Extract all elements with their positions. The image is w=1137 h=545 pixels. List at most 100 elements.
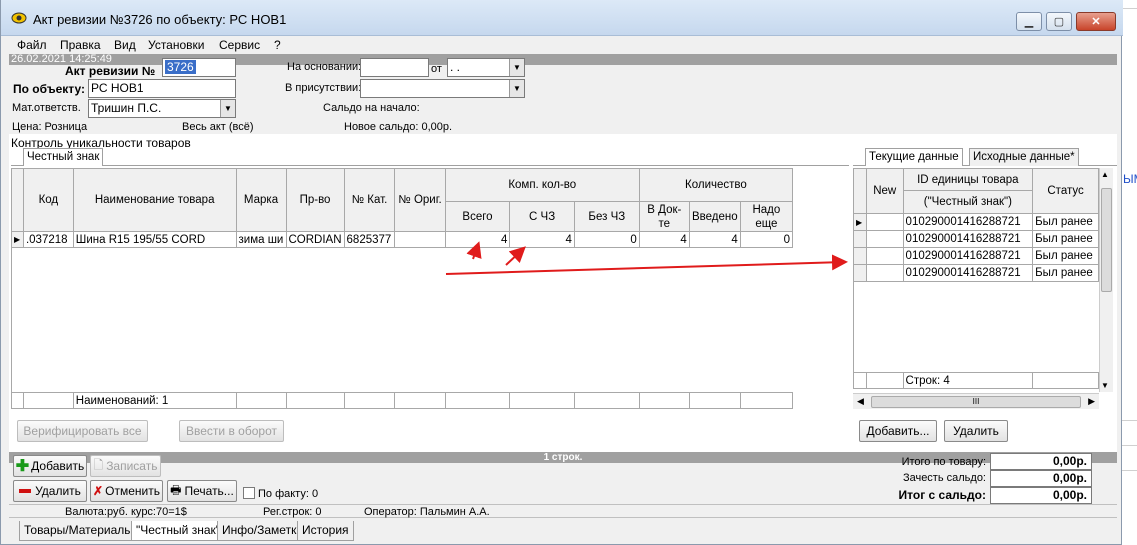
print-button[interactable]: 🖶 Печать... bbox=[167, 480, 237, 502]
cell-orig[interactable] bbox=[394, 231, 446, 248]
cell-status[interactable]: Был ранее bbox=[1032, 247, 1099, 265]
scroll-down-icon[interactable]: ▼ bbox=[1101, 381, 1109, 390]
cell-new[interactable] bbox=[865, 247, 904, 265]
col-qty-entered[interactable]: Введено bbox=[688, 201, 741, 232]
col-qty-doc-label: В Док-те bbox=[647, 203, 682, 230]
grand-total-label: Итог с сальдо: bbox=[898, 488, 986, 502]
cell-cat[interactable]: 6825377 bbox=[343, 231, 396, 248]
menu-edit[interactable]: Правка bbox=[60, 38, 101, 52]
cell-new[interactable] bbox=[865, 264, 904, 282]
units-header-corner bbox=[853, 168, 867, 214]
col-maker[interactable]: Пр-во bbox=[285, 168, 345, 232]
close-button[interactable]: ✕ bbox=[1076, 12, 1116, 31]
tab-honest-mark[interactable]: Честный знак bbox=[11, 148, 849, 166]
menu-settings[interactable]: Установки bbox=[148, 38, 204, 52]
enter-turnover-button[interactable]: Ввести в оборот bbox=[179, 420, 284, 442]
table-row[interactable]: ▶ .037218 Шина R15 195/55 CORD зима ши C… bbox=[11, 231, 794, 248]
units-vertical-scrollbar[interactable]: ▲ ▼ bbox=[1099, 168, 1113, 392]
cell-comp-total[interactable]: 4 bbox=[444, 231, 511, 248]
units-horizontal-scrollbar[interactable]: ◀ III ▶ bbox=[853, 393, 1099, 409]
cancel-button[interactable]: ✗ Отменить bbox=[90, 480, 163, 502]
cell-status[interactable]: Был ранее bbox=[1032, 264, 1099, 282]
row-indicator-icon: ▶ bbox=[11, 231, 24, 248]
add-button[interactable]: ✚ Добавить bbox=[13, 455, 87, 477]
presence-combo[interactable]: ▼ bbox=[360, 79, 525, 98]
verify-all-button[interactable]: Верифицировать все bbox=[17, 420, 148, 442]
cell-qty-doc[interactable]: 4 bbox=[638, 231, 690, 248]
cell-comp-cz[interactable]: 4 bbox=[509, 231, 575, 248]
delete-button[interactable]: Удалить bbox=[13, 480, 87, 502]
cell-new[interactable] bbox=[865, 213, 904, 231]
tab-current-data[interactable]: Текущие данные bbox=[865, 148, 963, 166]
scroll-up-icon[interactable]: ▲ bbox=[1101, 170, 1109, 179]
cell-status[interactable]: Был ранее bbox=[1032, 230, 1099, 248]
tab-info-notes[interactable]: Инфо/Заметки bbox=[217, 521, 309, 541]
cell-new[interactable] bbox=[865, 230, 904, 248]
chevron-down-icon[interactable]: ▼ bbox=[509, 59, 524, 76]
title-bar[interactable]: Акт ревизии №3726 по объекту: РС НОВ1 ▁ … bbox=[1, 0, 1123, 36]
save-button[interactable]: 🗋 Записать bbox=[90, 455, 161, 477]
by-fact-checkbox[interactable] bbox=[243, 487, 255, 499]
col-comp-nocz[interactable]: Без ЧЗ bbox=[573, 201, 640, 232]
tab-honest-mark-bottom[interactable]: "Честный знак" bbox=[131, 521, 226, 541]
hscroll-thumb[interactable]: III bbox=[871, 396, 1081, 408]
right-tabs: Текущие данные Исходные данные* bbox=[853, 148, 1117, 166]
minimize-button[interactable]: ▁ bbox=[1016, 12, 1042, 31]
menu-view[interactable]: Вид bbox=[114, 38, 136, 52]
col-brand[interactable]: Марка bbox=[235, 168, 287, 232]
col-code[interactable]: Код bbox=[22, 168, 74, 232]
cell-qty-entered[interactable]: 4 bbox=[688, 231, 741, 248]
col-orig-label: № Ориг. bbox=[398, 194, 442, 206]
menu-service[interactable]: Сервис bbox=[219, 38, 260, 52]
cell-maker[interactable]: CORDIAN bbox=[285, 231, 345, 248]
cell-status[interactable]: Был ранее bbox=[1032, 213, 1099, 231]
col-new[interactable]: New bbox=[865, 168, 904, 214]
scroll-thumb[interactable] bbox=[1101, 188, 1112, 292]
col-comp-cz[interactable]: С ЧЗ bbox=[509, 201, 575, 232]
col-cat[interactable]: № Кат. bbox=[343, 168, 396, 232]
tab-goods[interactable]: Товары/Материалы bbox=[19, 521, 138, 541]
maximize-button[interactable]: ▢ bbox=[1046, 12, 1072, 31]
col-unit-id[interactable]: ID единицы товара bbox=[902, 168, 1034, 191]
cell-unit-id[interactable]: 010290001416288721 bbox=[902, 213, 1034, 231]
col-name[interactable]: Наименование товара bbox=[72, 168, 237, 232]
table-row[interactable]: 010290001416288721 Был ранее bbox=[853, 230, 1099, 248]
scroll-left-icon[interactable]: ◀ bbox=[857, 396, 864, 407]
cell-unit-id[interactable]: 010290001416288721 bbox=[902, 230, 1034, 248]
menu-file[interactable]: Файл bbox=[17, 38, 47, 52]
delete-unit-button[interactable]: Удалить bbox=[944, 420, 1008, 442]
cell-brand[interactable]: зима ши bbox=[235, 231, 287, 248]
menu-help[interactable]: ? bbox=[274, 38, 281, 52]
table-row[interactable]: ▶ 010290001416288721 Был ранее bbox=[853, 213, 1099, 231]
tab-source-data[interactable]: Исходные данные* bbox=[969, 148, 1079, 166]
object-field[interactable]: РС НОВ1 bbox=[88, 79, 236, 98]
delete-unit-label: Удалить bbox=[953, 424, 999, 438]
act-number-field[interactable]: 3726 bbox=[162, 58, 236, 77]
basis-field[interactable] bbox=[360, 58, 429, 77]
responsible-value: Тришин П.С. bbox=[91, 101, 162, 115]
cell-code[interactable]: .037218 bbox=[22, 231, 74, 248]
cell-unit-id[interactable]: 010290001416288721 bbox=[902, 264, 1034, 282]
cell-name[interactable]: Шина R15 195/55 CORD bbox=[72, 231, 237, 248]
presence-label: В присутствии: bbox=[285, 82, 362, 94]
cell-qty-need[interactable]: 0 bbox=[739, 231, 794, 248]
chevron-down-icon[interactable]: ▼ bbox=[220, 100, 235, 117]
col-comp-total[interactable]: Всего bbox=[444, 201, 511, 232]
responsible-combo[interactable]: Тришин П.С. ▼ bbox=[88, 99, 236, 118]
add-unit-button[interactable]: Добавить... bbox=[859, 420, 937, 442]
col-qty-doc[interactable]: В Док-те bbox=[638, 201, 690, 232]
date-combo[interactable]: . . ▼ bbox=[447, 58, 525, 77]
col-qty-need[interactable]: Надо еще bbox=[739, 201, 794, 232]
scroll-right-icon[interactable]: ▶ bbox=[1088, 396, 1095, 407]
tab-history[interactable]: История bbox=[297, 521, 354, 541]
cell-comp-nocz[interactable]: 0 bbox=[573, 231, 640, 248]
table-row[interactable]: 010290001416288721 Был ранее bbox=[853, 247, 1099, 265]
chevron-down-icon[interactable]: ▼ bbox=[509, 80, 524, 97]
act-number-value: 3726 bbox=[165, 60, 196, 74]
units-footer-count: Строк: 4 bbox=[902, 372, 1034, 389]
col-status[interactable]: Статус bbox=[1032, 168, 1099, 214]
table-row[interactable]: 010290001416288721 Был ранее bbox=[853, 264, 1099, 282]
col-orig[interactable]: № Ориг. bbox=[394, 168, 446, 232]
cell-unit-id[interactable]: 010290001416288721 bbox=[902, 247, 1034, 265]
new-saldo-label: Новое сальдо: 0,00р. bbox=[344, 121, 453, 133]
